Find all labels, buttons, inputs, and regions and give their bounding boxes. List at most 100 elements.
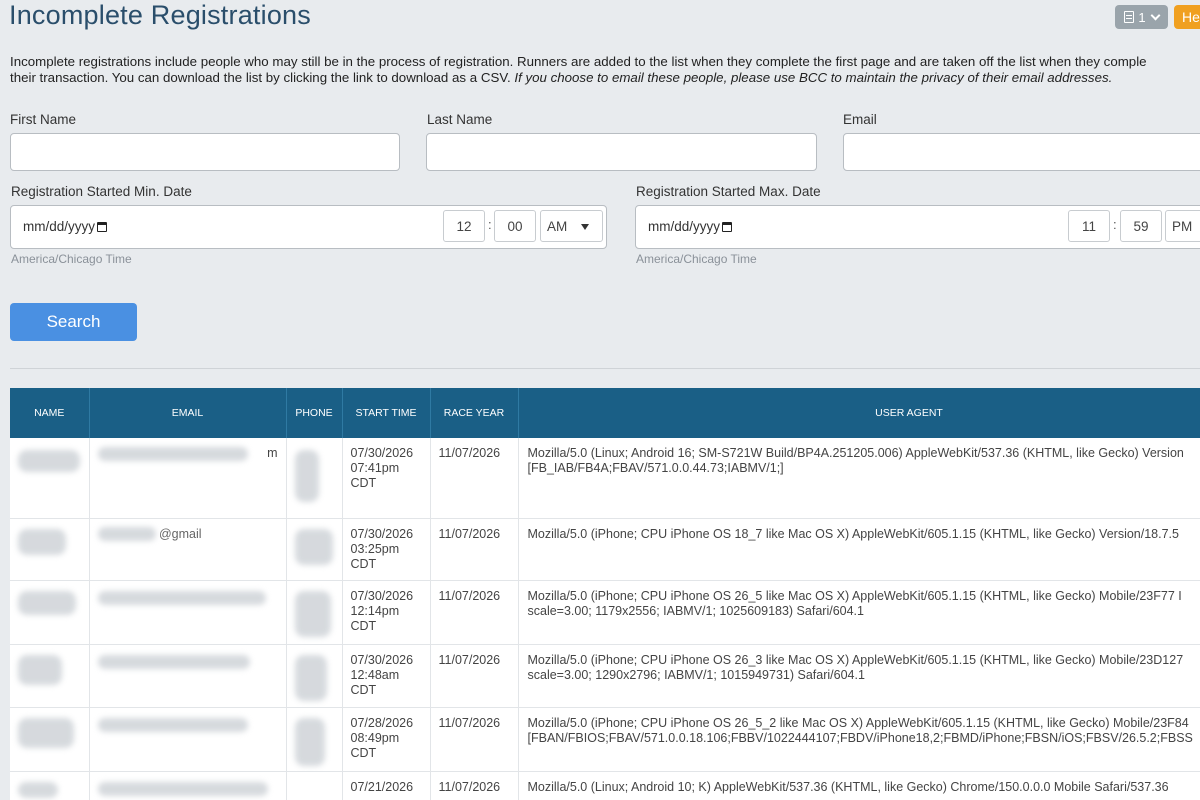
start-time-cell: 07/21/2026 bbox=[342, 771, 431, 800]
redacted-phone bbox=[294, 590, 331, 637]
race-year-cell: 11/07/2026 bbox=[430, 438, 519, 519]
column-header-email[interactable]: EMAIL bbox=[89, 388, 287, 438]
min-date-placeholder: mm/dd/yyyy bbox=[23, 219, 96, 234]
min-ampm-value: AM bbox=[547, 218, 568, 234]
description-line-2: their transaction. You can download the … bbox=[10, 70, 1200, 86]
phone-cell bbox=[286, 771, 343, 800]
start-tz: CDT bbox=[350, 618, 377, 633]
email-cell: m bbox=[89, 438, 287, 519]
redacted-name bbox=[18, 528, 66, 555]
page-menu-button[interactable]: 1 bbox=[1115, 5, 1168, 29]
column-header-user-agent[interactable]: USER AGENT bbox=[518, 388, 1200, 438]
max-date-label: Registration Started Max. Date bbox=[636, 184, 821, 199]
min-minute-input[interactable]: 00 bbox=[494, 210, 536, 242]
user-agent-line-1: Mozilla/5.0 (iPhone; CPU iPhone OS 18_7 … bbox=[527, 526, 1179, 541]
redacted-phone bbox=[294, 450, 319, 502]
start-time-cell: 07/30/2026 12:48am CDT bbox=[342, 644, 431, 708]
registrations-table: NAME EMAIL PHONE START TIME RACE YEAR US… bbox=[10, 388, 1200, 800]
phone-cell bbox=[286, 644, 343, 708]
user-agent-line-2: scale=3.00; 1290x2796; IABMV/1; 10159497… bbox=[527, 667, 865, 682]
table-row: m 07/30/2026 07:41pm CDT 11/07/2026 Mozi… bbox=[10, 438, 1200, 519]
max-hour-input[interactable]: 11 bbox=[1068, 210, 1110, 242]
max-ampm-select[interactable]: PM bbox=[1165, 210, 1200, 242]
last-name-input[interactable] bbox=[426, 133, 817, 171]
column-header-start-time[interactable]: START TIME bbox=[342, 388, 431, 438]
column-header-race-year[interactable]: RACE YEAR bbox=[430, 388, 519, 438]
max-date-input[interactable]: mm/dd/yyyy bbox=[648, 219, 733, 234]
start-time-cell: 07/30/2026 03:25pm CDT bbox=[342, 518, 431, 581]
email-cell bbox=[89, 580, 287, 645]
start-time-cell: 07/30/2026 07:41pm CDT bbox=[342, 438, 431, 519]
min-date-input[interactable]: mm/dd/yyyy bbox=[23, 219, 108, 234]
name-cell bbox=[10, 771, 90, 800]
redacted-email bbox=[97, 446, 248, 461]
race-year-cell: 11/07/2026 bbox=[430, 518, 519, 581]
page: Incomplete Registrations 1 He Incomplete… bbox=[0, 0, 1200, 800]
min-date-label: Registration Started Min. Date bbox=[11, 184, 192, 199]
start-tz: CDT bbox=[350, 476, 377, 490]
start-time-cell: 07/30/2026 12:14pm CDT bbox=[342, 580, 431, 645]
start-date: 07/30/2026 bbox=[350, 588, 414, 603]
redacted-name bbox=[18, 654, 62, 685]
description-italic: If you choose to email these people, ple… bbox=[514, 70, 1113, 85]
last-name-label: Last Name bbox=[427, 112, 493, 127]
table-row: 07/30/2026 12:48am CDT 11/07/2026 Mozill… bbox=[10, 644, 1200, 708]
phone-cell bbox=[286, 518, 343, 581]
start-date: 07/30/2026 bbox=[350, 526, 414, 541]
table-row: @gmail 07/30/2026 03:25pm CDT 11/07/2026… bbox=[10, 518, 1200, 581]
page-title: Incomplete Registrations bbox=[9, 0, 311, 30]
redacted-name bbox=[18, 781, 58, 798]
user-agent-line-1: Mozilla/5.0 (iPhone; CPU iPhone OS 26_5 … bbox=[527, 588, 1182, 603]
user-agent-cell: Mozilla/5.0 (Linux; Android 10; K) Apple… bbox=[518, 771, 1200, 800]
table-row: 07/30/2026 12:14pm CDT 11/07/2026 Mozill… bbox=[10, 580, 1200, 645]
calendar-icon[interactable] bbox=[97, 221, 108, 232]
user-agent-cell: Mozilla/5.0 (iPhone; CPU iPhone OS 26_3 … bbox=[518, 644, 1200, 708]
description-plain: their transaction. You can download the … bbox=[10, 70, 511, 85]
redacted-phone bbox=[294, 717, 325, 766]
redacted-name bbox=[18, 450, 80, 472]
redacted-phone bbox=[294, 528, 333, 565]
user-agent-cell: Mozilla/5.0 (iPhone; CPU iPhone OS 26_5 … bbox=[518, 580, 1200, 645]
start-date: 07/28/2026 bbox=[350, 715, 414, 730]
description-line-1: Incomplete registrations include people … bbox=[10, 54, 1147, 69]
redacted-email bbox=[97, 654, 250, 669]
phone-cell bbox=[286, 580, 343, 645]
race-year-cell: 11/07/2026 bbox=[430, 580, 519, 645]
name-cell bbox=[10, 644, 90, 708]
min-ampm-select[interactable]: AM bbox=[540, 210, 603, 242]
start-time-cell: 07/28/2026 08:49pm CDT bbox=[342, 707, 431, 772]
start-tz: CDT bbox=[350, 682, 377, 697]
redacted-name bbox=[18, 717, 74, 748]
user-agent-cell: Mozilla/5.0 (Linux; Android 16; SM-S721W… bbox=[518, 438, 1200, 519]
email-cell bbox=[89, 644, 287, 708]
race-year-cell: 11/07/2026 bbox=[430, 644, 519, 708]
min-date-timezone: America/Chicago Time bbox=[11, 252, 132, 266]
max-minute-input[interactable]: 59 bbox=[1120, 210, 1162, 242]
phone-cell bbox=[286, 707, 343, 772]
caret-down-icon bbox=[581, 224, 589, 230]
search-button[interactable]: Search bbox=[10, 303, 137, 341]
help-button[interactable]: He bbox=[1174, 5, 1200, 29]
min-hour-input[interactable]: 12 bbox=[443, 210, 485, 242]
max-ampm-value: PM bbox=[1172, 218, 1193, 234]
column-header-phone[interactable]: PHONE bbox=[286, 388, 343, 438]
start-time: 08:49pm bbox=[350, 730, 400, 745]
max-date-placeholder: mm/dd/yyyy bbox=[648, 219, 721, 234]
time-separator: : bbox=[1113, 217, 1117, 232]
table-row: 07/21/2026 11/07/2026 Mozilla/5.0 (Linux… bbox=[10, 771, 1200, 800]
race-year-cell: 11/07/2026 bbox=[430, 707, 519, 772]
email-cell bbox=[89, 771, 287, 800]
user-agent-cell: Mozilla/5.0 (iPhone; CPU iPhone OS 26_5_… bbox=[518, 707, 1200, 772]
redacted-email bbox=[97, 527, 156, 542]
start-date: 07/30/2026 bbox=[350, 446, 414, 460]
user-agent-line-1: Mozilla/5.0 (Linux; Android 16; SM-S721W… bbox=[527, 446, 1184, 460]
calendar-icon[interactable] bbox=[722, 221, 733, 232]
user-agent-line-2: [FBAN/FBIOS;FBAV/571.0.0.18.106;FBBV/102… bbox=[527, 730, 1193, 745]
email-visible-fragment: @gmail bbox=[158, 526, 202, 541]
column-header-name[interactable]: NAME bbox=[10, 388, 90, 438]
name-cell bbox=[10, 438, 90, 519]
max-date-timezone: America/Chicago Time bbox=[636, 252, 757, 266]
redacted-email bbox=[97, 717, 248, 732]
first-name-input[interactable] bbox=[10, 133, 400, 171]
email-input[interactable] bbox=[843, 133, 1200, 171]
